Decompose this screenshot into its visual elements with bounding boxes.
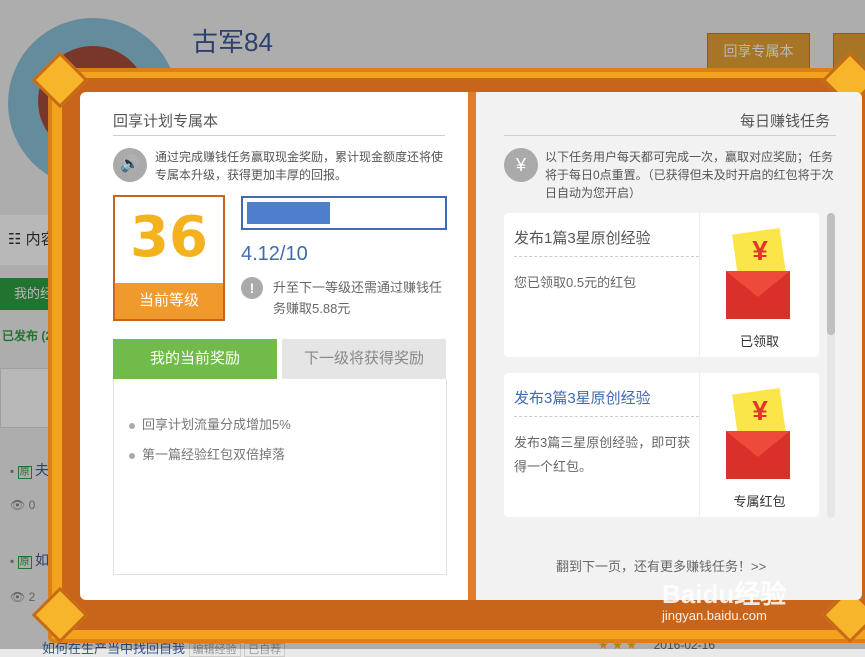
left-page-description: 通过完成赚钱任务赢取现金奖励，累计现金额度还将使专属本升级，获得更加丰厚的回报。 (155, 150, 444, 182)
baidu-watermark: Baidu经验 (662, 579, 787, 609)
divider (504, 135, 836, 136)
level-progress-bar (241, 196, 447, 230)
right-page-title: 每日赚钱任务 (740, 113, 831, 130)
yen-circle-icon: ¥ (504, 148, 538, 182)
progress-fill (247, 202, 330, 224)
task-status: 专属红包 (733, 494, 786, 509)
task-description: 您已领取0.5元的红包 (514, 275, 637, 290)
divider (514, 256, 699, 257)
divider (113, 135, 445, 136)
task-title[interactable]: 发布3篇3星原创经验 (514, 387, 651, 408)
tab-next-level-rewards[interactable]: 下一级将获得奖励 (282, 339, 446, 379)
scrollbar-thumb[interactable] (827, 213, 835, 335)
task-card[interactable]: 发布3篇3星原创经验 发布3篇三星原创经验，即可获得一个红包。 ¥ 专属红包 (504, 373, 819, 517)
red-envelope-icon[interactable]: ¥ (726, 387, 790, 479)
progress-value: 4.12/10 (241, 243, 308, 265)
task-card[interactable]: 发布1篇3星原创经验 您已领取0.5元的红包 ¥ 已领取 (504, 213, 819, 357)
level-box: 36 当前等级 (113, 195, 225, 321)
task-description: 发布3篇三星原创经验，即可获得一个红包。 (514, 435, 691, 474)
left-page-title: 回享计划专属本 (113, 113, 219, 130)
divider (514, 416, 699, 417)
rewards-panel (113, 379, 447, 575)
next-page-link[interactable]: 翻到下一页，还有更多赚钱任务！>> (556, 556, 766, 575)
level-number: 36 (130, 205, 208, 270)
reward-item: 回享计划流量分成增加5% (129, 414, 291, 433)
level-label: 当前等级 (115, 283, 223, 319)
speaker-icon: 🔊 (113, 148, 147, 182)
next-level-requirement: 升至下一等级还需通过赚钱任务赚取5.88元 (273, 280, 443, 316)
task-scrollbar[interactable] (827, 213, 835, 518)
reward-item: 第一篇经验红包双倍掉落 (129, 444, 285, 463)
watermark-url: jingyan.baidu.com (662, 608, 767, 623)
book-spine (468, 92, 476, 600)
task-status: 已领取 (739, 334, 779, 349)
right-page-description: 以下任务用户每天都可完成一次，赢取对应奖励；任务将于每日0点重置。（已获得但未及… (545, 150, 834, 200)
red-envelope-icon[interactable]: ¥ (726, 227, 790, 319)
tab-current-rewards[interactable]: 我的当前奖励 (113, 339, 277, 379)
task-title[interactable]: 发布1篇3星原创经验 (514, 227, 651, 248)
exclamation-icon: ! (241, 277, 263, 299)
